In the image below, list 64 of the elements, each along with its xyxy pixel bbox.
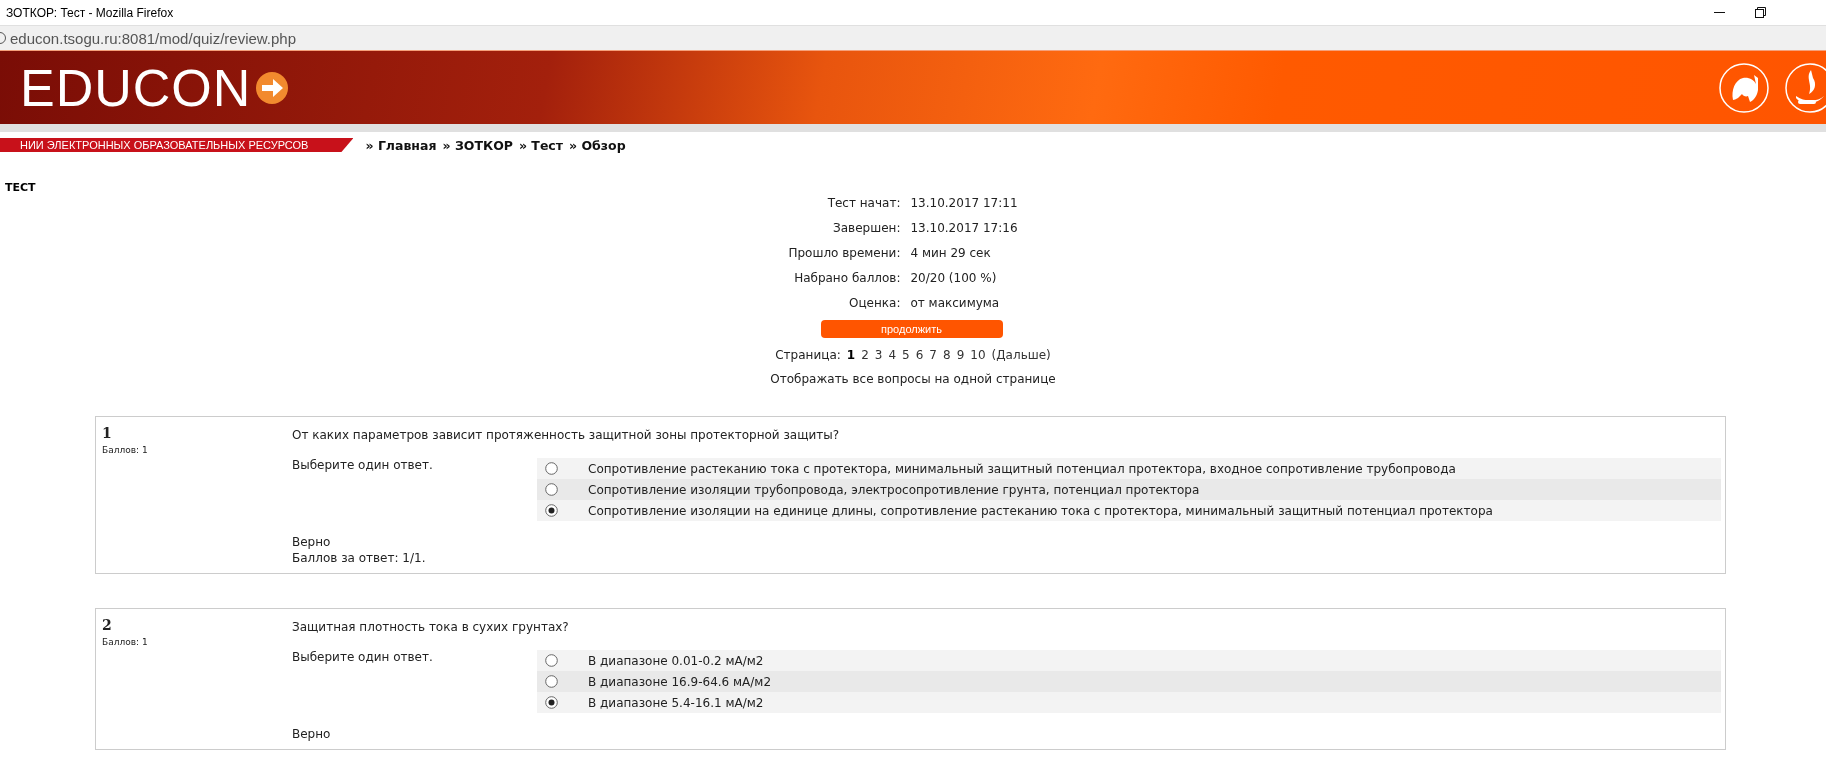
answer-text: Сопротивление изоляции на единице длины, сопротивление растеканию тока с протектора, минимальный защитный потенциал протектора [588,503,1493,518]
question-number: 2 [102,617,113,633]
radio-button[interactable] [545,483,558,496]
feedback-text: Верно [292,727,332,741]
next-link[interactable]: (Дальше) [991,348,1051,362]
page-link[interactable]: 5 [902,348,910,362]
radio-button[interactable] [545,654,558,667]
answer-option[interactable]: В диапазоне 16.9-64.6 мА/м2 [537,671,1721,692]
answer-option[interactable]: Сопротивление растеканию тока с протектора, минимальный защитный потенциал протектора, входное сопротивление трубопровода [537,458,1721,479]
answer-text: Сопротивление растеканию тока с протектора, минимальный защитный потенциал протектора, входное сопротивление трубопровода [588,461,1456,476]
summary-value: 20/20 (100 %) [910,271,998,285]
radio-button[interactable] [545,696,558,709]
page-link[interactable]: 8 [943,348,951,362]
question-text: Защитная плотность тока в сухих грунтах? [292,619,570,634]
tagline-ribbon: НИИ ЭЛЕКТРОННЫХ ОБРАЗОВАТЕЛЬНЫХ РЕСУРСОВ [0,138,354,152]
answer-prompt: Выберите один ответ. [292,650,434,666]
url-text[interactable]: educon.tsogu.ru:8081/mod/quiz/review.php [10,29,297,47]
answer-text: В диапазоне 0.01-0.2 мА/м2 [588,653,764,668]
radio-button[interactable] [545,675,558,688]
show-all-link[interactable]: Отображать все вопросы на одной странице [770,372,1056,386]
arrow-circle-icon [255,70,290,105]
summary-value: 13.10.2017 17:11 [910,196,1018,210]
summary-label: Набрано баллов: [793,271,901,285]
summary-value: 13.10.2017 17:16 [910,221,1018,235]
breadcrumb-link[interactable]: » Обзор [569,137,626,153]
radio-button[interactable] [545,504,558,517]
question-number: 1 [102,425,113,441]
page-link[interactable]: 2 [861,348,869,362]
answer-option[interactable]: Сопротивление изоляции на единице длины, сопротивление растеканию тока с протектора, минимальный защитный потенциал протектора [537,500,1721,521]
logo-text: EDUCON [20,61,252,114]
breadcrumb-link[interactable]: » Главная [365,137,437,153]
summary-label: Оценка: [847,296,901,310]
summary-label: Тест начат: [826,196,901,210]
summary-label: Завершен: [832,221,901,235]
breadcrumb-link[interactable]: » Тест [518,137,563,153]
breadcrumb-link[interactable]: » ЗОТКОР [442,137,513,153]
summary-value: от максимума [910,296,1001,310]
answer-prompt: Выберите один ответ. [292,458,434,474]
page-link[interactable]: 10 [970,348,986,362]
page-link[interactable]: 1 [846,348,856,362]
question-marks: Баллов: 1 [102,445,149,455]
flame-emblem-icon [1784,61,1826,114]
summary-value: 4 мин 29 сек [910,246,992,260]
page-link[interactable]: 4 [888,348,897,362]
pager-label: Страница: [775,348,841,362]
page-link[interactable]: 3 [874,348,883,362]
answer-text: В диапазоне 16.9-64.6 мА/м2 [588,674,772,689]
answer-text: В диапазоне 5.4-16.1 мА/м2 [588,695,764,710]
page-title: ТЕСТ [5,181,37,194]
window-title: ЗОТКОР: Тест - Mozilla Firefox [6,5,174,20]
summary-label: Прошло времени: [788,246,901,260]
restore-icon[interactable] [1755,7,1766,18]
score-text: Баллов за ответ: 1/1. [292,551,427,565]
answer-option[interactable]: Сопротивление изоляции трубопровода, электросопротивление грунта, потенциал протектора [537,479,1721,500]
page-link[interactable]: 6 [915,348,924,362]
question-text: От каких параметров зависит протяженность защитной зоны протекторной защиты? [292,427,841,442]
question-marks: Баллов: 1 [102,637,149,647]
radio-button[interactable] [545,462,558,475]
feedback-text: Верно [292,535,332,549]
answer-text: Сопротивление изоляции трубопровода, электросопротивление грунта, потенциал протектора [588,482,1200,497]
page-link[interactable]: 9 [956,348,965,362]
answer-option[interactable]: В диапазоне 0.01-0.2 мА/м2 [537,650,1721,671]
answer-option[interactable]: В диапазоне 5.4-16.1 мА/м2 [537,692,1721,713]
page-link[interactable]: 7 [929,348,937,362]
